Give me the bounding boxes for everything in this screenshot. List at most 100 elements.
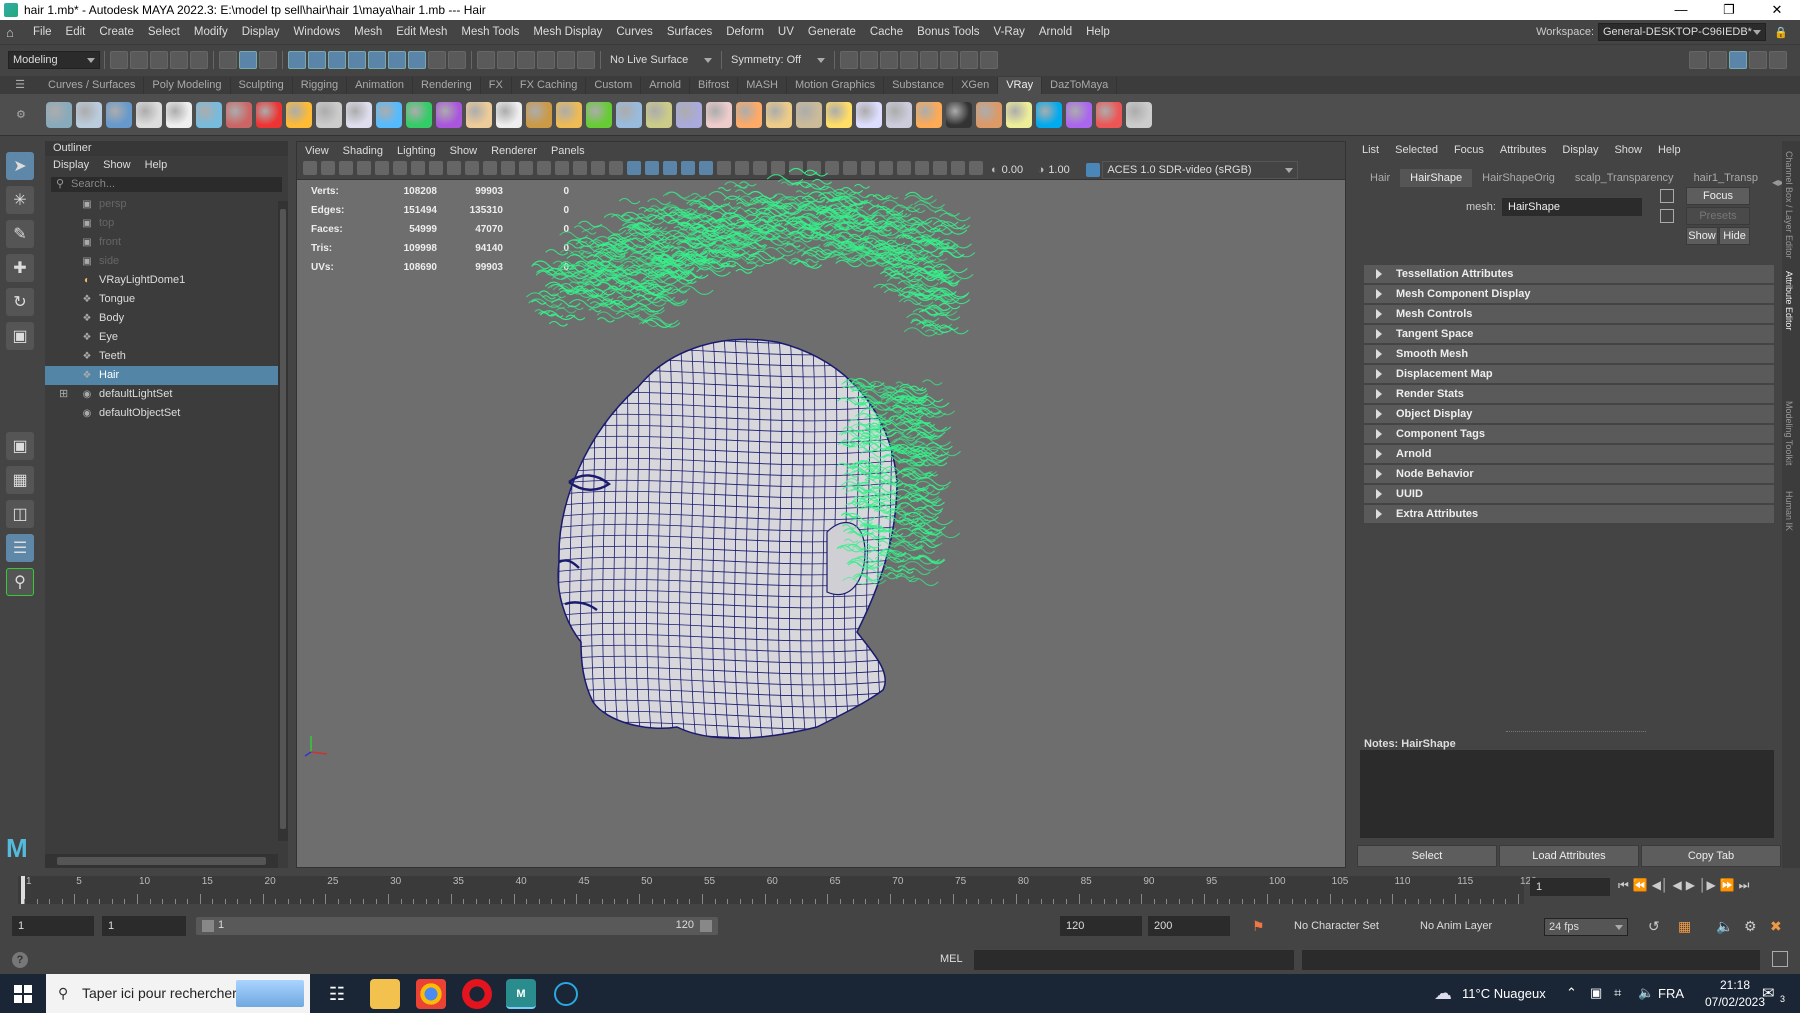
expand-icon[interactable]: ⊞ (59, 385, 68, 404)
ae-tab-hairshapeorig[interactable]: HairShapeOrig (1472, 169, 1565, 187)
animation-prefs-icon[interactable]: ✖ (1770, 918, 1782, 935)
shelf-tab-daztomaya[interactable]: DazToMaya (1042, 77, 1118, 94)
snap-live-icon[interactable] (577, 50, 595, 69)
shelf-tab-xgen[interactable]: XGen (953, 77, 999, 94)
ae-menu-list[interactable]: List (1362, 144, 1379, 156)
menu-generate[interactable]: Generate (801, 26, 863, 38)
rotate-tool-icon[interactable]: ↻ (6, 288, 34, 316)
shelf-tab-motion-graphics[interactable]: Motion Graphics (787, 77, 885, 94)
vray-shelf-tool-icon[interactable] (706, 101, 732, 128)
attribute-editor-icon[interactable] (1729, 50, 1747, 69)
vray-shelf-tool-icon[interactable] (646, 101, 672, 128)
ae-section-tangent-space[interactable]: Tangent Space (1364, 325, 1774, 343)
shelf-tab-mash[interactable]: MASH (738, 77, 787, 94)
vray-shelf-tool-icon[interactable] (376, 101, 402, 128)
ae-menu-show[interactable]: Show (1614, 144, 1642, 156)
vray-shelf-tool-icon[interactable] (196, 101, 222, 128)
outliner-item-eye[interactable]: ❖ Eye (45, 328, 288, 347)
ae-tab-scalp-transparency[interactable]: scalp_Transparency (1565, 169, 1684, 187)
outliner-item-teeth[interactable]: ❖ Teeth (45, 347, 288, 366)
outliner-item-body[interactable]: ❖ Body (45, 309, 288, 328)
ae-section-node-behavior[interactable]: Node Behavior (1364, 465, 1774, 483)
shelf-options-icon[interactable]: ⚙ (16, 108, 26, 121)
command-input[interactable] (974, 950, 1294, 970)
vray-shelf-tool-icon[interactable] (1096, 101, 1122, 128)
shelf-tab-poly-modeling[interactable]: Poly Modeling (144, 77, 231, 94)
shelf-tab-arnold[interactable]: Arnold (641, 77, 691, 94)
vray-shelf-tool-icon[interactable] (676, 101, 702, 128)
outliner-menu-show[interactable]: Show (103, 159, 131, 171)
ae-section-uuid[interactable]: UUID (1364, 485, 1774, 503)
menu-select[interactable]: Select (141, 26, 187, 38)
hide-button[interactable]: Hide (1719, 227, 1750, 245)
menu-v-ray[interactable]: V-Ray (987, 26, 1032, 38)
ae-select-button[interactable]: Select (1357, 845, 1497, 867)
cache-icon[interactable]: ▦ (1678, 918, 1691, 935)
step-forward-frame-icon[interactable]: │▶ (1699, 878, 1716, 893)
task-view-icon[interactable]: ☷ (322, 979, 352, 1009)
shelf-tab-bifrost[interactable]: Bifrost (690, 77, 739, 94)
step-forward-key-icon[interactable]: ⏩ (1720, 878, 1735, 893)
presets-button[interactable]: Presets (1686, 207, 1750, 225)
mask-icon-2[interactable] (308, 50, 326, 69)
lock-icon[interactable]: 🔒 (1774, 26, 1790, 39)
vray-shelf-tool-icon[interactable] (886, 101, 912, 128)
step-back-key-icon[interactable]: ⏪ (1633, 878, 1648, 893)
ipr-render-icon[interactable] (880, 50, 898, 69)
outliner-layout-icon[interactable]: ☰ (6, 534, 34, 562)
range-bar[interactable]: 1 120 (196, 917, 718, 935)
menu-mesh-tools[interactable]: Mesh Tools (454, 26, 526, 38)
menu-deform[interactable]: Deform (719, 26, 771, 38)
menu-cache[interactable]: Cache (863, 26, 910, 38)
sound-icon[interactable]: 🔈 (1716, 918, 1733, 935)
right-tab-attribute-editor[interactable]: Attribute Editor (1784, 271, 1794, 331)
mesh-name-field[interactable]: HairShape (1502, 198, 1642, 216)
range-end-handle[interactable] (700, 920, 712, 932)
vray-shelf-tool-icon[interactable] (736, 101, 762, 128)
redo-icon[interactable] (190, 50, 208, 69)
vray-shelf-tool-icon[interactable] (406, 101, 432, 128)
vray-shelf-tool-icon[interactable] (1006, 101, 1032, 128)
pause-viewport-icon[interactable] (980, 50, 998, 69)
ae-section-component-tags[interactable]: Component Tags (1364, 425, 1774, 443)
move-tool-icon[interactable]: ✚ (6, 254, 34, 282)
menu-curves[interactable]: Curves (609, 26, 659, 38)
shelf-tab-sculpting[interactable]: Sculpting (231, 77, 293, 94)
vray-shelf-tool-icon[interactable] (136, 101, 162, 128)
go-to-start-icon[interactable]: ⏮ (1618, 878, 1629, 893)
human-ik-icon[interactable] (1709, 50, 1727, 69)
vray-shelf-tool-icon[interactable] (256, 101, 282, 128)
anim-layer-dropdown[interactable]: No Anim Layer (1420, 920, 1492, 932)
show-button[interactable]: Show (1686, 227, 1718, 245)
ae-section-extra-attributes[interactable]: Extra Attributes (1364, 505, 1774, 523)
vray-shelf-tool-icon[interactable] (166, 101, 192, 128)
four-view-icon[interactable]: ▦ (6, 466, 34, 494)
menu-modify[interactable]: Modify (187, 26, 235, 38)
snap-point-icon[interactable] (517, 50, 535, 69)
ae-menu-attributes[interactable]: Attributes (1500, 144, 1546, 156)
shelf-tab-rendering[interactable]: Rendering (413, 77, 481, 94)
ae-section-smooth-mesh[interactable]: Smooth Mesh (1364, 345, 1774, 363)
menu-mesh[interactable]: Mesh (347, 26, 389, 38)
menu-help[interactable]: Help (1079, 26, 1117, 38)
select-tool-icon[interactable]: ➤ (6, 152, 34, 180)
animation-end-field[interactable]: 200 (1148, 916, 1230, 936)
opera-icon[interactable] (462, 979, 492, 1009)
mask-icon-4[interactable] (348, 50, 366, 69)
highlight-selection-icon[interactable] (448, 50, 466, 69)
chrome-icon[interactable] (416, 979, 446, 1009)
menu-arnold[interactable]: Arnold (1032, 26, 1079, 38)
outliner-item-defaultlightset[interactable]: ⊞ ◉ defaultLightSet (45, 385, 288, 404)
shelf-tab-fx[interactable]: FX (481, 77, 512, 94)
shelf-tab-animation[interactable]: Animation (347, 77, 414, 94)
outliner-scrollbar[interactable] (278, 201, 288, 841)
ae-menu-display[interactable]: Display (1562, 144, 1598, 156)
shelf-tab-custom[interactable]: Custom (586, 77, 642, 94)
minimize-icon[interactable]: — (1658, 0, 1704, 20)
vray-shelf-tool-icon[interactable] (226, 101, 252, 128)
help-icon[interactable]: ? (12, 952, 28, 968)
render-setup-icon[interactable] (940, 50, 958, 69)
single-view-icon[interactable]: ▣ (6, 432, 34, 460)
vray-shelf-tool-icon[interactable] (466, 101, 492, 128)
vray-shelf-tool-icon[interactable] (616, 101, 642, 128)
